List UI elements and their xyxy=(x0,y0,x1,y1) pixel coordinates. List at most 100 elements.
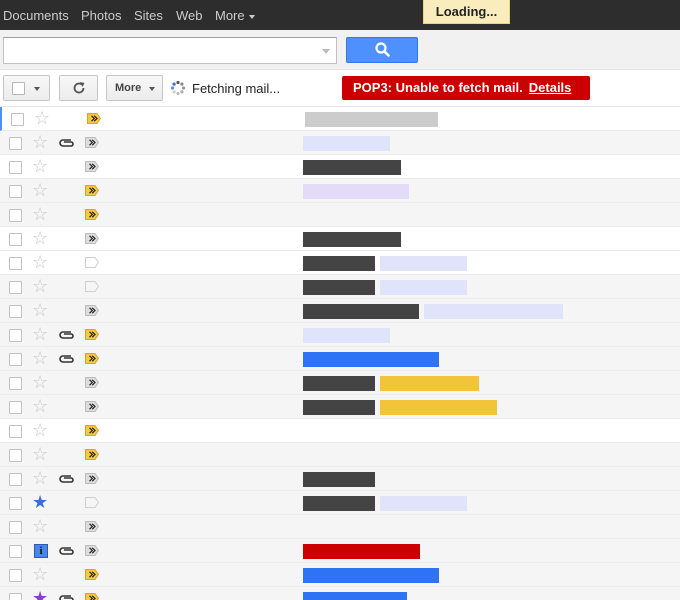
star-icon[interactable]: ☆ xyxy=(32,276,48,296)
message-row[interactable]: ☆ xyxy=(0,395,680,419)
row-checkbox[interactable] xyxy=(9,401,22,414)
star-icon[interactable]: ☆ xyxy=(32,180,48,200)
importance-marker-icon[interactable] xyxy=(85,329,99,340)
row-checkbox[interactable] xyxy=(9,473,22,486)
search-button[interactable] xyxy=(346,37,418,63)
message-row[interactable]: ☆ xyxy=(0,515,680,539)
star-icon[interactable]: ☆ xyxy=(32,324,48,344)
message-row[interactable]: ☆ xyxy=(0,443,680,467)
row-checkbox[interactable] xyxy=(9,377,22,390)
more-actions-button[interactable]: More xyxy=(106,75,163,101)
message-row[interactable]: ☆ xyxy=(0,251,680,275)
importance-marker-icon[interactable] xyxy=(85,305,99,316)
message-row[interactable]: ☆ xyxy=(0,227,680,251)
importance-marker-icon[interactable] xyxy=(85,209,99,220)
importance-marker-icon[interactable] xyxy=(85,161,99,172)
row-checkbox[interactable] xyxy=(9,545,22,558)
nav-documents[interactable]: Documents xyxy=(3,8,69,23)
refresh-button[interactable] xyxy=(59,75,98,101)
importance-marker-icon[interactable] xyxy=(85,449,99,460)
star-icon[interactable]: ☆ xyxy=(32,444,48,464)
row-checkbox[interactable] xyxy=(9,497,22,510)
star-icon[interactable]: ☆ xyxy=(32,156,48,176)
star-icon[interactable]: ☆ xyxy=(32,516,48,536)
row-checkbox[interactable] xyxy=(9,209,22,222)
star-icon[interactable]: ☆ xyxy=(32,252,48,272)
search-options-dropdown-icon[interactable] xyxy=(322,49,330,54)
search-box[interactable] xyxy=(3,37,337,64)
nav-more-menu[interactable]: More xyxy=(215,8,255,23)
importance-marker-icon[interactable] xyxy=(87,113,101,124)
importance-marker-icon[interactable] xyxy=(85,425,99,436)
star-icon[interactable]: ☆ xyxy=(32,204,48,224)
importance-marker-icon[interactable] xyxy=(85,473,99,484)
importance-marker-icon[interactable] xyxy=(85,353,99,364)
star-icon[interactable]: ☆ xyxy=(32,420,48,440)
message-row[interactable]: i xyxy=(0,539,680,563)
message-row[interactable]: ☆ xyxy=(0,179,680,203)
message-row[interactable]: ☆ xyxy=(0,275,680,299)
row-checkbox[interactable] xyxy=(9,449,22,462)
star-icon[interactable]: ☆ xyxy=(32,396,48,416)
row-checkbox[interactable] xyxy=(9,257,22,270)
search-input[interactable] xyxy=(4,38,314,63)
nav-photos[interactable]: Photos xyxy=(81,8,121,23)
star-icon[interactable]: ☆ xyxy=(32,468,48,488)
message-row[interactable]: ☆ xyxy=(0,323,680,347)
star-icon[interactable]: ★ xyxy=(32,588,48,600)
importance-marker-icon[interactable] xyxy=(85,545,99,556)
importance-marker-icon[interactable] xyxy=(85,401,99,412)
star-icon[interactable]: ☆ xyxy=(34,108,50,128)
row-checkbox[interactable] xyxy=(9,185,22,198)
select-menu-button[interactable] xyxy=(3,75,50,101)
importance-marker-icon[interactable] xyxy=(85,185,99,196)
star-icon[interactable]: ☆ xyxy=(32,372,48,392)
importance-marker-icon[interactable] xyxy=(85,497,99,508)
nav-sites[interactable]: Sites xyxy=(134,8,163,23)
star-icon[interactable]: ☆ xyxy=(32,348,48,368)
importance-marker-icon[interactable] xyxy=(85,137,99,148)
row-checkbox[interactable] xyxy=(9,329,22,342)
row-checkbox[interactable] xyxy=(9,137,22,150)
message-row[interactable]: ☆ xyxy=(0,107,680,131)
row-checkbox[interactable] xyxy=(9,569,22,582)
star-icon[interactable]: ☆ xyxy=(32,132,48,152)
select-all-checkbox[interactable] xyxy=(12,82,25,95)
row-checkbox[interactable] xyxy=(9,305,22,318)
importance-marker-icon[interactable] xyxy=(85,521,99,532)
importance-marker-icon[interactable] xyxy=(85,593,99,600)
nav-web[interactable]: Web xyxy=(176,8,203,23)
details-link[interactable]: Details xyxy=(529,80,572,95)
message-row[interactable]: ★ xyxy=(0,491,680,515)
info-star-icon[interactable]: i xyxy=(34,544,48,558)
star-icon[interactable]: ☆ xyxy=(32,228,48,248)
row-checkbox[interactable] xyxy=(11,113,24,126)
row-checkbox[interactable] xyxy=(9,593,22,600)
top-navigation-bar: Documents Photos Sites Web More Loading.… xyxy=(0,0,680,30)
row-checkbox[interactable] xyxy=(9,353,22,366)
importance-marker-icon[interactable] xyxy=(85,233,99,244)
message-row[interactable]: ★ xyxy=(0,587,680,600)
message-row[interactable]: ☆ xyxy=(0,299,680,323)
star-icon[interactable]: ☆ xyxy=(32,564,48,584)
sender-placeholder-bar xyxy=(303,376,375,391)
star-icon[interactable]: ★ xyxy=(32,492,48,512)
row-checkbox[interactable] xyxy=(9,425,22,438)
message-row[interactable]: ☆ xyxy=(0,131,680,155)
message-row[interactable]: ☆ xyxy=(0,203,680,227)
message-row[interactable]: ☆ xyxy=(0,467,680,491)
message-row[interactable]: ☆ xyxy=(0,155,680,179)
importance-marker-icon[interactable] xyxy=(85,257,99,268)
importance-marker-icon[interactable] xyxy=(85,377,99,388)
importance-marker-icon[interactable] xyxy=(85,569,99,580)
row-checkbox[interactable] xyxy=(9,233,22,246)
row-checkbox[interactable] xyxy=(9,161,22,174)
message-row[interactable]: ☆ xyxy=(0,419,680,443)
message-row[interactable]: ☆ xyxy=(0,563,680,587)
message-row[interactable]: ☆ xyxy=(0,347,680,371)
row-checkbox[interactable] xyxy=(9,281,22,294)
importance-marker-icon[interactable] xyxy=(85,281,99,292)
message-row[interactable]: ☆ xyxy=(0,371,680,395)
star-icon[interactable]: ☆ xyxy=(32,300,48,320)
row-checkbox[interactable] xyxy=(9,521,22,534)
